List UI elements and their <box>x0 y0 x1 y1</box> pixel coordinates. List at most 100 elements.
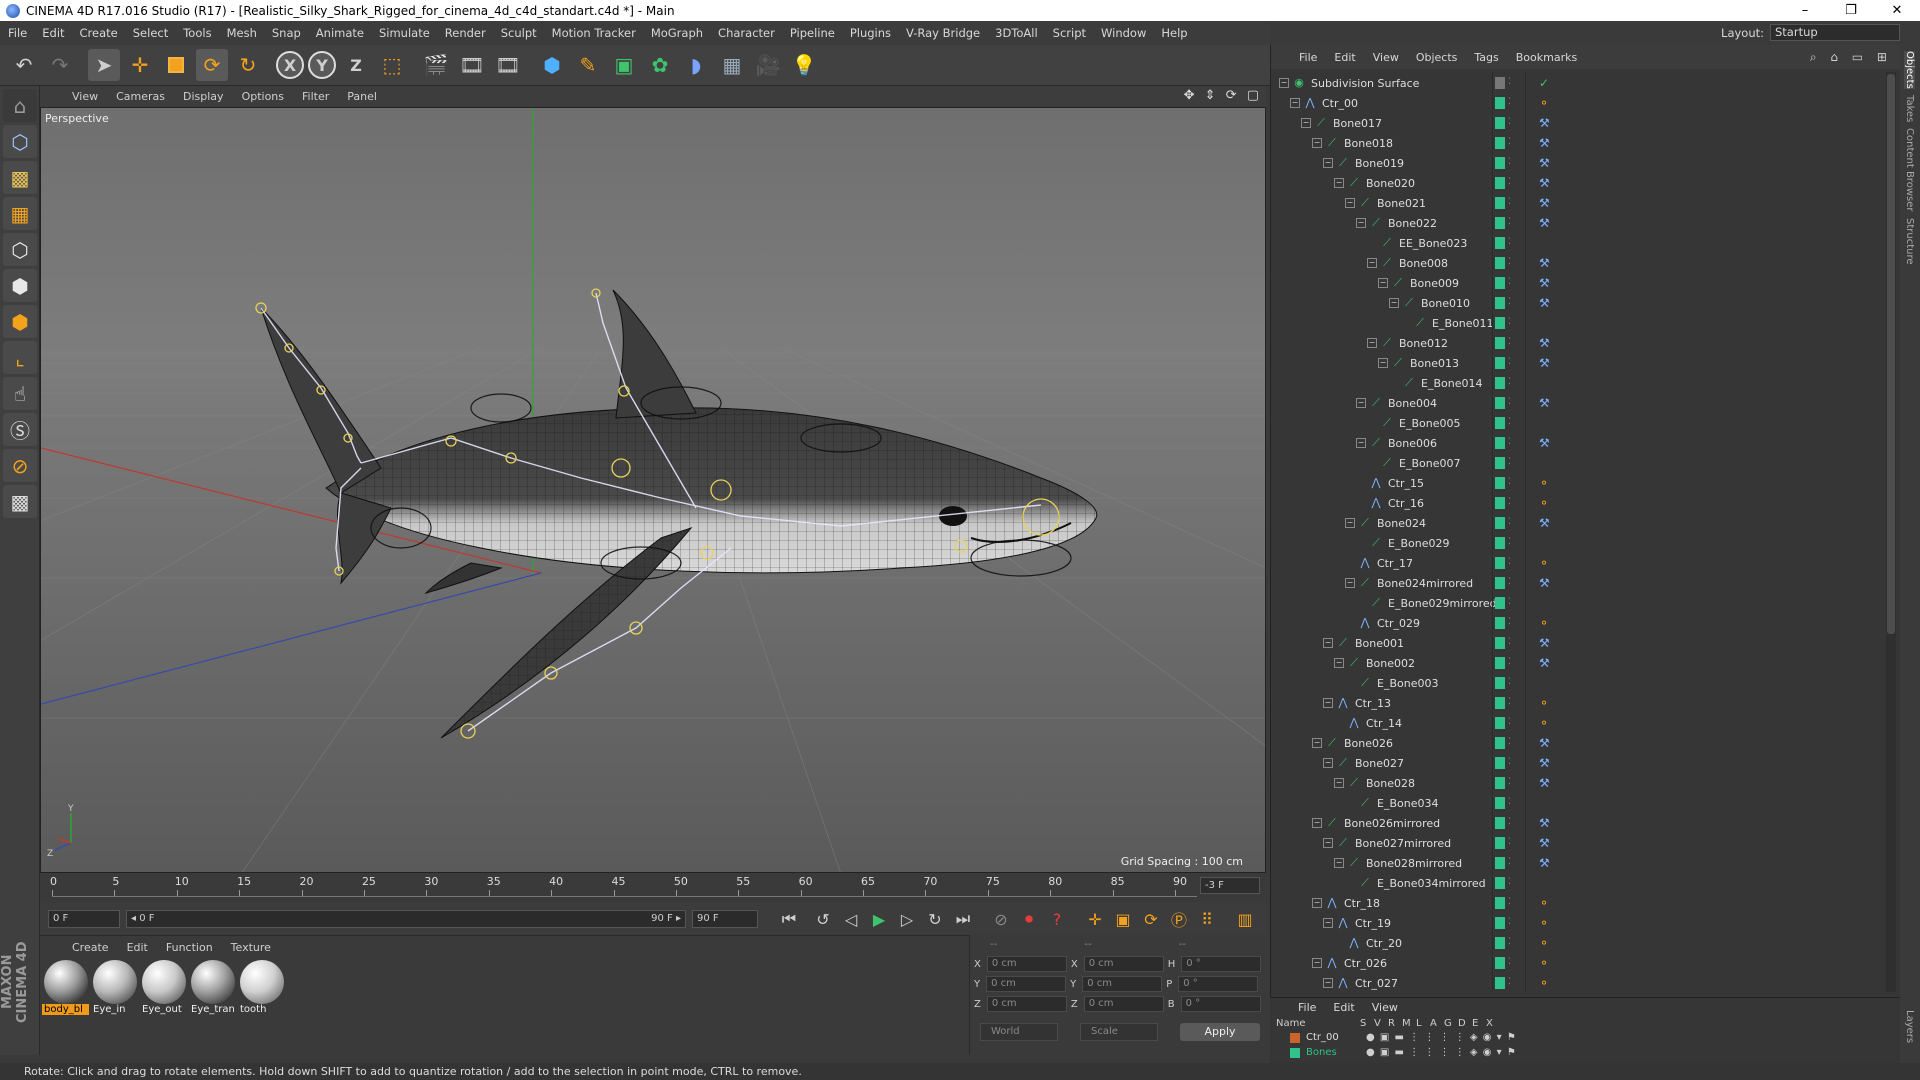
floor-icon[interactable]: ▦ <box>716 49 748 81</box>
object-row[interactable]: − ⟋ Bone024 ⁚ ⚒ <box>1275 513 1885 533</box>
expand-toggle[interactable]: − <box>1345 518 1355 528</box>
visibility-toggle[interactable] <box>1495 757 1505 769</box>
object-row[interactable]: − ⟋ Bone001 ⁚ ⚒ <box>1275 633 1885 653</box>
visibility-toggle[interactable] <box>1495 857 1505 869</box>
layer-menu-view[interactable]: View <box>1372 1001 1398 1014</box>
menu-3dtoall[interactable]: 3DToAll <box>995 26 1038 40</box>
visibility-toggle[interactable] <box>1495 237 1505 249</box>
ik-tag-icon[interactable]: ⚒ <box>1539 276 1550 290</box>
expand-toggle[interactable]: − <box>1323 918 1333 928</box>
object-row[interactable]: − ⋀ Ctr_027 ⁚ ⚬ <box>1275 973 1885 993</box>
ik-tag-icon[interactable]: ⚒ <box>1539 516 1550 530</box>
menu-snap[interactable]: Snap <box>272 26 301 40</box>
render-toggle[interactable]: ⁚ <box>1508 577 1514 589</box>
expand-toggle[interactable]: − <box>1334 178 1344 188</box>
next-key-icon[interactable]: ↻ <box>922 906 948 932</box>
object-row[interactable]: − ⟋ Bone019 ⁚ ⚒ <box>1275 153 1885 173</box>
object-row[interactable]: ⟋E_Bone029mirrored⁚⚒ <box>1275 593 1885 613</box>
object-row[interactable]: − ⟋ Bone026 ⁚ ⚒ <box>1275 733 1885 753</box>
layer-menu-file[interactable]: File <box>1298 1001 1316 1014</box>
render-toggle[interactable]: ⁚ <box>1508 277 1514 289</box>
prev-key-icon[interactable]: ↺ <box>810 906 836 932</box>
menu-window[interactable]: Window <box>1101 26 1146 40</box>
ik-tag-icon[interactable]: ⚒ <box>1539 336 1550 350</box>
expand-toggle[interactable]: − <box>1279 78 1289 88</box>
render-toggle[interactable]: ⁚ <box>1508 957 1514 969</box>
object-menu-bookmarks[interactable]: Bookmarks <box>1516 51 1577 64</box>
render-toggle[interactable]: ⁚ <box>1508 637 1514 649</box>
visibility-toggle[interactable] <box>1495 877 1505 889</box>
object-menu-view[interactable]: View <box>1373 51 1399 64</box>
ik-tag-icon[interactable]: ⚒ <box>1539 736 1550 750</box>
x-axis-icon[interactable]: X <box>276 51 304 79</box>
menu-edit[interactable]: Edit <box>42 26 64 40</box>
object-row[interactable]: − ⟋ Bone008 ⁚ ⚒ <box>1275 253 1885 273</box>
ik-tag-icon[interactable]: ⚒ <box>1539 256 1550 270</box>
material-preview[interactable] <box>43 960 88 1004</box>
expand-toggle[interactable]: − <box>1290 98 1300 108</box>
viewport-menu-options[interactable]: Options <box>242 90 284 103</box>
array-icon[interactable]: ✿ <box>644 49 676 81</box>
menu-pipeline[interactable]: Pipeline <box>790 26 835 40</box>
object-row[interactable]: ⟋E_Bone014⁚⚒ <box>1275 373 1885 393</box>
constraint-tag-icon[interactable]: ⚬ <box>1539 956 1549 970</box>
layer-flags[interactable]: ● ▣ ▬ ⋮ ⋮ ⋮ ⋮ ◈ ◉ ▾ ⚑ <box>1366 1032 1517 1043</box>
material-preview[interactable] <box>239 960 284 1004</box>
menu-animate[interactable]: Animate <box>316 26 364 40</box>
expand-toggle[interactable]: − <box>1356 438 1366 448</box>
menu-simulate[interactable]: Simulate <box>379 26 430 40</box>
object-row[interactable]: − ⟋ Bone006 ⁚ ⚒ <box>1275 433 1885 453</box>
menu-plugins[interactable]: Plugins <box>850 26 891 40</box>
menu-v-ray-bridge[interactable]: V-Ray Bridge <box>906 26 980 40</box>
render-toggle[interactable]: ⁚ <box>1508 657 1514 669</box>
timeline-icon[interactable]: ▥ <box>1232 906 1258 932</box>
visibility-toggle[interactable] <box>1495 377 1505 389</box>
visibility-toggle[interactable] <box>1495 777 1505 789</box>
object-row[interactable]: ⋀ Ctr_16 ⁚ ⚬ <box>1275 493 1885 513</box>
object-manager-scrollbar[interactable] <box>1886 72 1896 992</box>
render-toggle[interactable]: ⁚ <box>1508 937 1514 949</box>
coord-rot-field[interactable]: 0 ° <box>1178 976 1259 992</box>
object-row[interactable]: ⟋E_Bone005⁚⚒ <box>1275 413 1885 433</box>
render-toggle[interactable]: ⁚ <box>1508 817 1514 829</box>
material-menu-texture[interactable]: Texture <box>231 941 271 954</box>
y-axis-icon[interactable]: Y <box>308 51 336 79</box>
render-toggle[interactable]: ⁚ <box>1508 477 1514 489</box>
scale-key-icon[interactable]: ▣ <box>1110 906 1136 932</box>
right-tab-structure[interactable]: Structure <box>1904 218 1915 265</box>
object-row[interactable]: ⟋E_Bone029⁚⚒ <box>1275 533 1885 553</box>
render-toggle[interactable]: ⁚ <box>1508 717 1514 729</box>
object-row[interactable]: ⋀ Ctr_029 ⁚ ⚬ <box>1275 613 1885 633</box>
ik-tag-icon[interactable]: ⚒ <box>1539 436 1550 450</box>
viewport-menu-panel[interactable]: Panel <box>347 90 377 103</box>
record-icon[interactable]: ⊘ <box>988 906 1014 932</box>
render-toggle[interactable]: ⁚ <box>1508 397 1514 409</box>
menu-mograph[interactable]: MoGraph <box>651 26 703 40</box>
visibility-toggle[interactable] <box>1495 477 1505 489</box>
recent-tool-icon[interactable]: ↻ <box>232 49 264 81</box>
object-row[interactable]: − ⋀ Ctr_19 ⁚ ⚬ <box>1275 913 1885 933</box>
object-row[interactable]: ⟋EE_Bone023⁚⚒ <box>1275 233 1885 253</box>
visibility-toggle[interactable] <box>1495 77 1505 89</box>
ik-tag-icon[interactable]: ⚒ <box>1539 756 1550 770</box>
visibility-toggle[interactable] <box>1495 457 1505 469</box>
visibility-toggle[interactable] <box>1495 277 1505 289</box>
object-row[interactable]: − ⟋ Bone027 ⁚ ⚒ <box>1275 753 1885 773</box>
viewport-3d[interactable]: Y Z Perspective Grid Spacing : 100 cm <box>40 107 1266 873</box>
menu-file[interactable]: File <box>8 26 27 40</box>
visibility-toggle[interactable] <box>1495 217 1505 229</box>
render-toggle[interactable]: ⁚ <box>1508 857 1514 869</box>
layer-color-swatch[interactable] <box>1290 1047 1300 1058</box>
object-row[interactable]: ⋀ Ctr_17 ⁚ ⚬ <box>1275 553 1885 573</box>
ik-tag-icon[interactable]: ⚒ <box>1539 156 1550 170</box>
constraint-tag-icon[interactable]: ⚬ <box>1539 476 1549 490</box>
visibility-toggle[interactable] <box>1495 257 1505 269</box>
viewport-menu-filter[interactable]: Filter <box>302 90 329 103</box>
render-picture-queue-icon[interactable]: 🎞 <box>456 49 488 81</box>
rotation-key-icon[interactable]: ⟳ <box>1138 906 1164 932</box>
render-view-icon[interactable]: 🎬 <box>420 49 452 81</box>
visibility-toggle[interactable] <box>1495 197 1505 209</box>
visibility-toggle[interactable] <box>1495 437 1505 449</box>
grid-snap-icon[interactable]: ⊘ <box>3 449 37 482</box>
visibility-toggle[interactable] <box>1495 357 1505 369</box>
